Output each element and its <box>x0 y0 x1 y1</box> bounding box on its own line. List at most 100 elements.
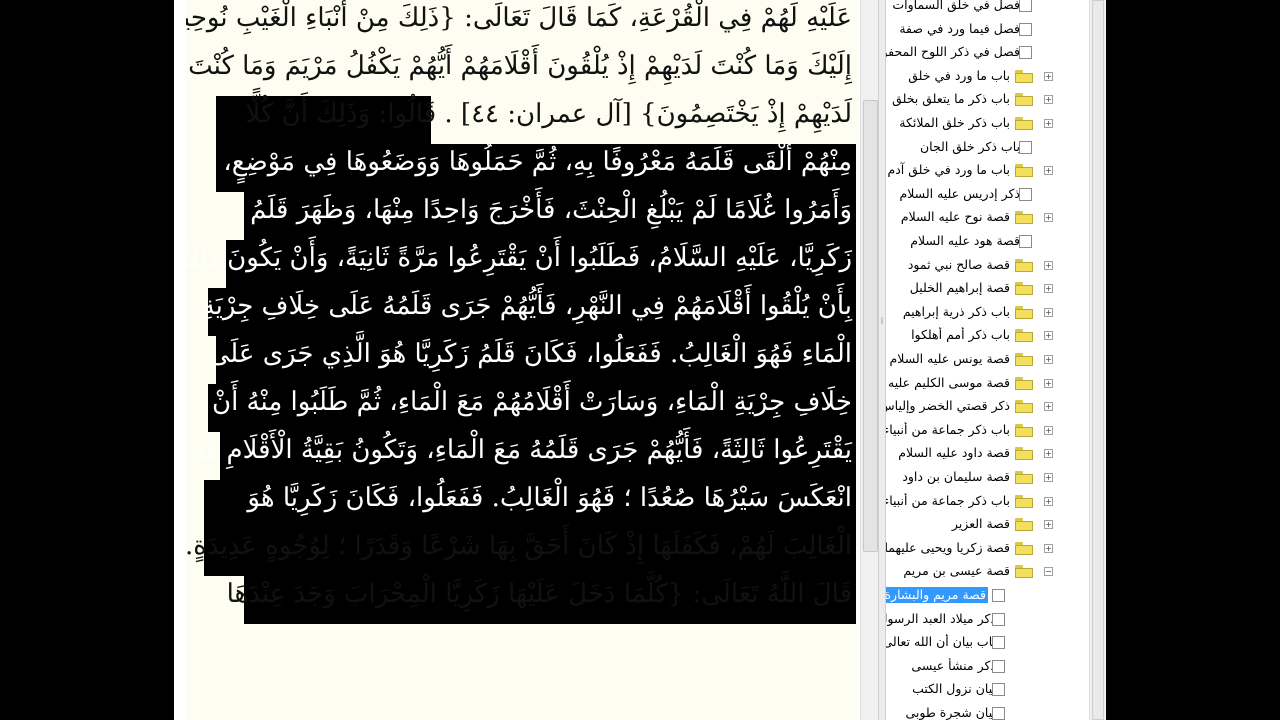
tree-item-label[interactable]: قصة هود عليه السلام <box>886 233 1020 249</box>
tree-item-label[interactable]: باب بيان أن الله تعالى <box>886 634 996 650</box>
tree-item-label[interactable]: قصة زكريا ويحيى عليهما <box>886 540 1010 556</box>
tree-item[interactable]: قصة زكريا ويحيى عليهما + <box>886 537 1089 559</box>
tree-item-label[interactable]: بيان شجرة طوبى <box>886 705 996 720</box>
tree-item[interactable]: باب بيان أن الله تعالى <box>886 631 1089 653</box>
tree-checkbox[interactable] <box>1019 235 1032 248</box>
tree-item-label[interactable]: باب ذكر ذرية إبراهيم <box>886 304 1010 320</box>
expand-icon[interactable]: + <box>1044 378 1053 388</box>
expand-icon[interactable]: + <box>1044 449 1053 459</box>
expand-icon[interactable]: + <box>1044 71 1053 81</box>
reader-pane[interactable]: عَلَيْهِ لَهُمْ فِي الْقُرْعَةِ، كَمَا ق… <box>186 0 858 720</box>
tree-item[interactable]: بيان نزول الكتب <box>886 678 1089 700</box>
tree-checkbox[interactable] <box>992 707 1005 720</box>
tree-item[interactable]: فصل فيما ورد في صفة <box>886 18 1089 40</box>
tree-item[interactable]: باب ما ورد في خلق + <box>886 65 1089 87</box>
tree-item[interactable]: قصة داود عليه السلام + <box>886 442 1089 464</box>
expand-icon[interactable]: + <box>1044 496 1053 506</box>
tree-item[interactable]: باب ما ورد في خلق آدم + <box>886 159 1089 181</box>
tree-item-label[interactable]: قصة العزير <box>886 516 1010 532</box>
expand-icon[interactable]: + <box>1044 355 1053 364</box>
tree-item-label[interactable]: ذكر منشأ عيسى <box>886 658 996 674</box>
tree-item[interactable]: قصة إبراهيم الخليل + <box>886 277 1089 299</box>
expand-icon[interactable]: + <box>1044 543 1053 553</box>
tree-item[interactable]: باب ذكر جماعة من أنبياء + <box>886 490 1089 512</box>
expand-icon[interactable]: + <box>1044 284 1053 294</box>
tree-item-label[interactable]: قصة صالح نبي ثمود <box>886 257 1010 273</box>
tree-item-label[interactable]: قصة عيسى بن مريم <box>886 563 1010 579</box>
tree-item-label[interactable]: باب ذكر خلق الجان <box>886 139 1020 155</box>
tree-item[interactable]: قصة صالح نبي ثمود + <box>886 254 1089 276</box>
tree-item-label[interactable]: فصل في خلق السماوات <box>886 0 1020 13</box>
tree-item-label[interactable]: باب ذكر خلق الملائكة <box>886 115 1010 131</box>
tree-item-label[interactable]: باب ذكر جماعة من أنبياء <box>886 422 1010 438</box>
tree-item[interactable]: قصة هود عليه السلام <box>886 230 1089 252</box>
tree-checkbox[interactable] <box>1019 187 1032 201</box>
tree-item-label[interactable]: ذكر قصتي الخضر وإلياس <box>886 398 1010 414</box>
expand-icon[interactable]: + <box>1044 425 1053 435</box>
reader-scroll-thumb[interactable] <box>863 100 878 552</box>
expand-icon[interactable]: + <box>1044 213 1053 223</box>
tree-item-label[interactable]: ذكر ميلاد العبد الرسول <box>886 611 996 627</box>
tree-item[interactable]: باب ذكر خلق الجان <box>886 136 1089 158</box>
tree-item-label[interactable]: قصة مريم والبشارة <box>886 587 988 603</box>
expand-icon[interactable]: + <box>1044 520 1053 530</box>
text-line: لَدَيْهِمْ إِذْ يَخْتَصِمُونَ} [آل عمران… <box>245 99 852 129</box>
expand-icon[interactable]: + <box>1044 166 1053 176</box>
tree-item-label[interactable]: قصة موسى الكليم عليه <box>886 375 1010 391</box>
tree-checkbox[interactable] <box>1019 46 1032 60</box>
expand-icon[interactable]: + <box>1044 119 1053 128</box>
tree-checkbox[interactable] <box>992 589 1005 602</box>
tree-item-label[interactable]: قصة داود عليه السلام <box>886 445 1010 461</box>
tree-checkbox[interactable] <box>992 683 1005 697</box>
tree-item-label[interactable]: قصة إبراهيم الخليل <box>886 280 1010 296</box>
tree-item-label[interactable]: باب ذكر ما يتعلق بخلق <box>886 91 1010 107</box>
tree-item[interactable]: قصة يونس عليه السلام + <box>886 348 1089 370</box>
tree-scroll-thumb[interactable] <box>1092 0 1104 720</box>
tree-item[interactable]: فصل في ذكر اللوح المحفوظ <box>886 41 1089 63</box>
tree-item[interactable]: قصة عيسى بن مريم − <box>886 560 1089 582</box>
tree-item-label[interactable]: بيان نزول الكتب <box>886 681 996 697</box>
expand-icon[interactable]: + <box>1044 331 1053 341</box>
tree-checkbox[interactable] <box>1019 0 1032 12</box>
tree-item-label[interactable]: باب ما ورد في خلق <box>886 68 1010 84</box>
tree-item[interactable]: ذكر منشأ عيسى <box>886 655 1089 677</box>
tree-item[interactable]: باب ذكر ذرية إبراهيم + <box>886 301 1089 323</box>
collapse-icon[interactable]: − <box>1044 567 1053 577</box>
tree-item[interactable]: قصة مريم والبشارة <box>886 584 1089 606</box>
expand-icon[interactable]: + <box>1044 307 1053 317</box>
tree-item-label[interactable]: فصل فيما ورد في صفة <box>886 21 1020 37</box>
tree-item[interactable]: قصة العزير + <box>886 513 1089 535</box>
expand-icon[interactable]: + <box>1044 260 1053 270</box>
tree-item-label[interactable]: قصة سليمان بن داود <box>886 469 1010 485</box>
tree-item[interactable]: باب ذكر جماعة من أنبياء + <box>886 419 1089 441</box>
tree-item-label[interactable]: قصة نوح عليه السلام <box>886 209 1010 225</box>
expand-icon[interactable]: + <box>1044 473 1053 482</box>
tree-item[interactable]: بيان شجرة طوبى <box>886 702 1089 720</box>
tree-item-label[interactable]: قصة يونس عليه السلام <box>886 351 1011 367</box>
tree-item-label[interactable]: باب ذكر أمم أهلكوا <box>886 327 1010 343</box>
tree-checkbox[interactable] <box>992 612 1005 626</box>
tree-item[interactable]: باب ذكر ما يتعلق بخلق + <box>886 88 1089 110</box>
tree-item-label[interactable]: فصل في ذكر اللوح المحفوظ <box>886 44 1020 60</box>
pane-splitter[interactable]: ⁞ <box>878 0 886 720</box>
tree-checkbox[interactable] <box>1019 140 1032 154</box>
tree-item[interactable]: باب ذكر أمم أهلكوا + <box>886 324 1089 346</box>
tree-scrollbar[interactable] <box>1089 0 1106 720</box>
tree-item[interactable]: قصة موسى الكليم عليه + <box>886 372 1089 394</box>
tree-checkbox[interactable] <box>992 659 1005 673</box>
tree-checkbox[interactable] <box>992 636 1005 650</box>
tree-item[interactable]: ذكر إدريس عليه السلام <box>886 183 1089 205</box>
tree-item[interactable]: ذكر ميلاد العبد الرسول <box>886 608 1089 630</box>
tree-item-label[interactable]: باب ذكر جماعة من أنبياء <box>886 493 1010 509</box>
tree-checkbox[interactable] <box>1019 22 1032 36</box>
tree-item-label[interactable]: باب ما ورد في خلق آدم <box>886 162 1010 178</box>
tree-item[interactable]: ذكر قصتي الخضر وإلياس + <box>886 395 1089 417</box>
tree-item[interactable]: قصة سليمان بن داود + <box>886 466 1089 488</box>
tree-item[interactable]: باب ذكر خلق الملائكة + <box>886 112 1089 134</box>
expand-icon[interactable]: + <box>1044 402 1053 412</box>
reader-scrollbar[interactable] <box>860 0 879 720</box>
tree-item[interactable]: فصل في خلق السماوات <box>886 0 1089 16</box>
tree-item[interactable]: قصة نوح عليه السلام + <box>886 206 1089 228</box>
tree-item-label[interactable]: ذكر إدريس عليه السلام <box>886 186 1020 202</box>
expand-icon[interactable]: + <box>1044 95 1053 105</box>
